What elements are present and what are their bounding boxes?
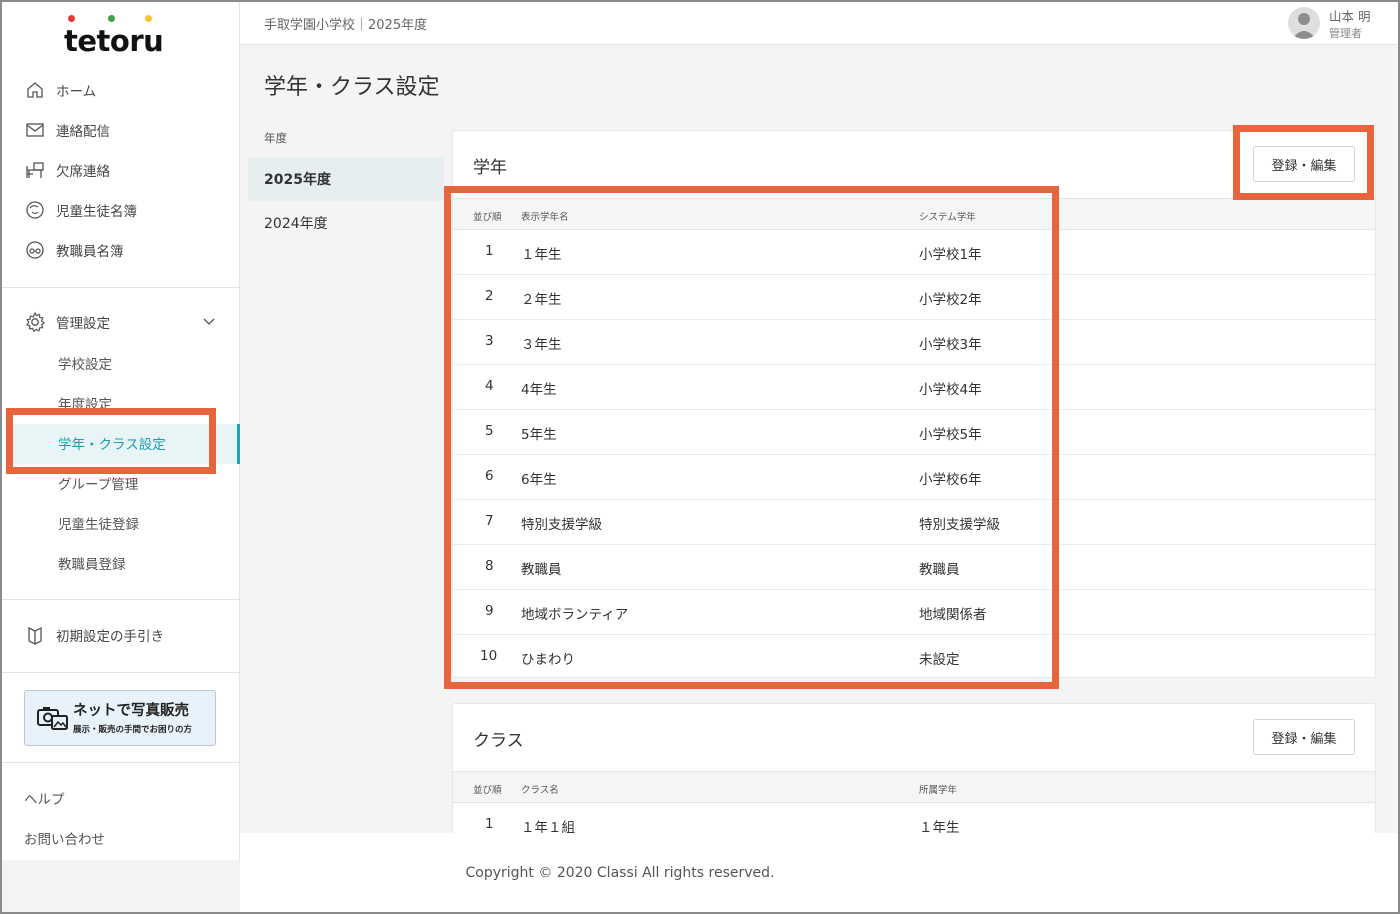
classes-table-header: 並び順 クラス名 所属学年: [453, 771, 1375, 803]
nav-teacher-registration[interactable]: 教職員登録: [58, 553, 126, 573]
nav-teachers[interactable]: 教職員名簿: [24, 238, 124, 262]
highlight-box-grades-table: [444, 186, 1059, 689]
classes-card: クラス 登録・編集 並び順 クラス名 所属学年 1 １年１組 １年生: [452, 703, 1376, 833]
sidebar-divider: [2, 287, 240, 288]
page-footer: Copyright © 2020 Classi All rights reser…: [240, 833, 1398, 912]
logo-dot-green: [108, 15, 115, 22]
logo-dot-red: [68, 15, 75, 22]
nav-messages-label: 連絡配信: [56, 124, 110, 140]
column-header-order: 並び順: [473, 785, 502, 796]
nav-admin-settings[interactable]: 管理設定: [24, 310, 220, 334]
highlight-box-sidebar-item: [6, 408, 216, 474]
sidebar-footer: [2, 860, 240, 912]
nav-absence-label: 欠席連絡: [56, 164, 110, 180]
nav-students[interactable]: 児童生徒名簿: [24, 198, 137, 222]
nav-teachers-label: 教職員名簿: [56, 244, 124, 260]
sidebar-divider: [2, 672, 240, 673]
desk-icon: [24, 159, 46, 181]
logo-dot-yellow: [145, 15, 152, 22]
grades-card-title: 学年: [473, 158, 507, 178]
nav-group-management[interactable]: グループ管理: [58, 473, 138, 493]
camera-icon: [37, 705, 69, 735]
tetoru-logo[interactable]: tetoru: [64, 12, 184, 58]
classes-card-title: クラス: [473, 731, 524, 751]
sidebar-divider: [2, 599, 240, 600]
promo-subtitle: 展示・販売の手間でお困りの方: [73, 725, 193, 735]
nav-student-registration[interactable]: 児童生徒登録: [58, 513, 139, 533]
row-order: 1: [485, 816, 494, 832]
column-header-class-name: クラス名: [521, 785, 559, 796]
highlight-box-edit-button: [1233, 125, 1374, 200]
contact-link[interactable]: お問い合わせ: [24, 828, 105, 848]
year-item-2024[interactable]: 2024年度: [248, 201, 444, 245]
nav-setup-guide-label: 初期設定の手引き: [56, 629, 164, 645]
row-parent-grade: １年生: [919, 820, 960, 833]
help-link[interactable]: ヘルプ: [24, 788, 65, 808]
top-header: 手取学園小学校｜2025年度 山本 明 管理者: [240, 2, 1398, 45]
year-item-2025[interactable]: 2025年度: [248, 157, 444, 201]
classes-edit-button[interactable]: 登録・編集: [1253, 719, 1355, 755]
mail-icon: [24, 119, 46, 141]
page-title: 学年・クラス設定: [264, 75, 440, 100]
student-icon: [24, 199, 46, 221]
nav-messages[interactable]: 連絡配信: [24, 118, 110, 142]
nav-admin-settings-label: 管理設定: [56, 316, 110, 332]
user-role: 管理者: [1329, 27, 1362, 40]
home-icon: [24, 79, 46, 101]
gear-icon: [24, 311, 46, 333]
chevron-down-icon: [202, 314, 216, 332]
user-avatar[interactable]: [1288, 7, 1320, 39]
table-row[interactable]: 1 １年１組 １年生: [453, 803, 1375, 833]
column-header-parent-grade: 所属学年: [919, 785, 958, 796]
user-name[interactable]: 山本 明: [1329, 6, 1370, 25]
nav-absence[interactable]: 欠席連絡: [24, 158, 110, 182]
photo-sales-banner[interactable]: ネットで写真販売 展示・販売の手間でお困りの方: [24, 690, 216, 746]
nav-home[interactable]: ホーム: [24, 78, 96, 102]
copyright-text: Copyright © 2020 Classi All rights reser…: [465, 865, 775, 881]
nav-setup-guide[interactable]: 初期設定の手引き: [24, 623, 164, 647]
teacher-icon: [24, 239, 46, 261]
promo-title: ネットで写真販売: [73, 703, 189, 719]
year-list-label: 年度: [264, 131, 287, 145]
nav-school-settings[interactable]: 学校設定: [58, 353, 112, 373]
sidebar-divider: [2, 762, 240, 763]
nav-home-label: ホーム: [56, 84, 97, 100]
nav-students-label: 児童生徒名簿: [56, 204, 137, 220]
book-icon: [24, 624, 46, 646]
row-class-name: １年１組: [521, 820, 575, 833]
logo-text: tetoru: [64, 24, 164, 58]
school-year-label: 手取学園小学校｜2025年度: [264, 18, 428, 33]
